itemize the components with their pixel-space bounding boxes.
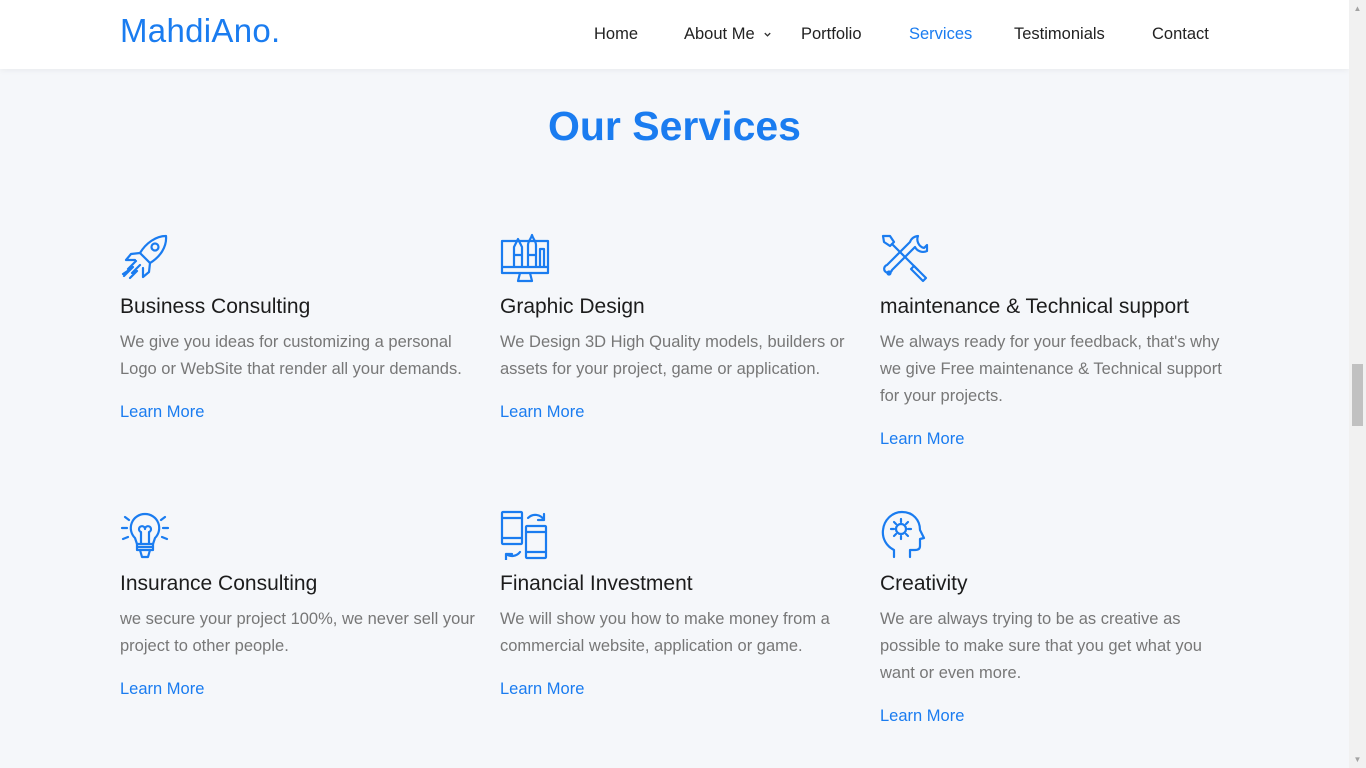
lightbulb-icon xyxy=(120,512,170,559)
service-title: maintenance & Technical support xyxy=(880,295,1189,318)
service-description: We are always trying to be as creative a… xyxy=(880,610,1202,682)
devices-sync-icon xyxy=(500,510,548,560)
learn-more-link[interactable]: Learn More xyxy=(120,680,204,699)
nav-testimonials[interactable]: Testimonials xyxy=(1014,23,1105,45)
learn-more-link[interactable]: Learn More xyxy=(120,403,204,422)
site-logo[interactable]: MahdiAno. xyxy=(120,12,280,50)
nav-about-me[interactable]: About Me xyxy=(684,23,772,45)
head-gear-icon xyxy=(881,510,926,559)
service-description: We give you ideas for customizing a pers… xyxy=(120,333,462,378)
scrollbar-thumb[interactable] xyxy=(1352,364,1363,426)
learn-more-link[interactable]: Learn More xyxy=(880,707,964,726)
scroll-down-icon[interactable]: ▼ xyxy=(1353,755,1362,764)
vertical-scrollbar[interactable]: ▲ ▼ xyxy=(1349,0,1366,768)
rocket-icon xyxy=(121,234,168,280)
service-title: Graphic Design xyxy=(500,295,645,318)
nav-home[interactable]: Home xyxy=(594,23,638,45)
learn-more-link[interactable]: Learn More xyxy=(880,430,964,449)
design-monitor-icon xyxy=(500,233,550,283)
service-title: Business Consulting xyxy=(120,295,311,318)
nav-about-me-label: About Me xyxy=(684,24,755,43)
service-title: Financial Investment xyxy=(500,572,693,595)
learn-more-link[interactable]: Learn More xyxy=(500,403,584,422)
scroll-up-icon[interactable]: ▲ xyxy=(1353,4,1362,13)
service-description: We Design 3D High Quality models, builde… xyxy=(500,333,845,378)
service-description: we secure your project 100%, we never se… xyxy=(120,610,475,655)
nav-services[interactable]: Services xyxy=(909,23,972,45)
nav-contact[interactable]: Contact xyxy=(1152,23,1209,45)
service-description: We will show you how to make money from … xyxy=(500,610,830,655)
service-title: Creativity xyxy=(880,572,968,595)
chevron-down-icon xyxy=(763,32,771,37)
site-header: MahdiAno. Home About Me Portfolio Servic… xyxy=(0,0,1349,69)
service-title: Insurance Consulting xyxy=(120,572,318,595)
section-title: Our Services xyxy=(548,103,801,149)
learn-more-link[interactable]: Learn More xyxy=(500,680,584,699)
tools-icon xyxy=(881,234,929,283)
service-description: We always ready for your feedback, that'… xyxy=(880,333,1222,405)
nav-portfolio[interactable]: Portfolio xyxy=(801,23,862,45)
